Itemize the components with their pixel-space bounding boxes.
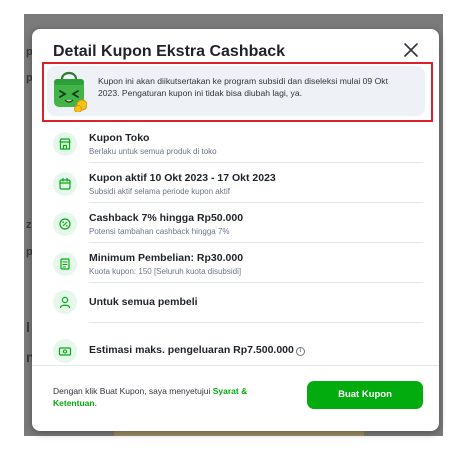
item-subtitle: Berlaku untuk semua produk di toko bbox=[89, 147, 217, 156]
item-subtitle: Potensi tambahan cashback hingga 7% bbox=[89, 227, 230, 236]
backdrop-text: z bbox=[26, 219, 32, 231]
calendar-icon bbox=[53, 172, 77, 196]
info-icon[interactable]: i bbox=[295, 347, 305, 356]
item-title: Estimasi maks. pengeluaran Rp7.500.000 bbox=[89, 344, 294, 356]
item-title: Minimum Pembelian: Rp30.000 bbox=[89, 252, 244, 264]
footer-divider bbox=[32, 365, 439, 366]
divider bbox=[89, 242, 423, 243]
backdrop-text: l bbox=[26, 319, 30, 335]
terms-prefix: Dengan klik Buat Kupon, saya menyetujui bbox=[53, 386, 213, 396]
item-title: Untuk semua pembeli bbox=[89, 296, 198, 308]
terms-text: Dengan klik Buat Kupon, saya menyetujui … bbox=[53, 385, 273, 409]
divider bbox=[89, 282, 423, 283]
create-coupon-button[interactable]: Buat Kupon bbox=[307, 381, 423, 409]
close-icon[interactable] bbox=[402, 41, 420, 59]
subsidy-notice: Kupon ini akan diikutsertakan ke program… bbox=[47, 66, 425, 116]
divider bbox=[89, 202, 423, 203]
notice-text-line: 2023. Pengaturan kupon ini tidak bisa di… bbox=[98, 88, 303, 98]
divider bbox=[89, 322, 423, 323]
item-subtitle: Subsidi aktif selama periode kupon aktif bbox=[89, 187, 230, 196]
notice-text-line: Kupon ini akan diikutsertakan ke program… bbox=[98, 76, 388, 86]
coupon-detail-modal: Detail Kupon Ekstra Cashback Kupon ini a… bbox=[32, 29, 439, 431]
money-icon bbox=[53, 339, 77, 363]
receipt-icon bbox=[53, 252, 77, 276]
modal-title: Detail Kupon Ekstra Cashback bbox=[53, 43, 286, 60]
divider bbox=[89, 162, 423, 163]
item-title: Kupon aktif 10 Okt 2023 - 17 Okt 2023 bbox=[89, 172, 276, 184]
item-title: Kupon Toko bbox=[89, 132, 150, 144]
user-icon bbox=[53, 290, 77, 314]
item-title: Cashback 7% hingga Rp50.000 bbox=[89, 212, 244, 224]
item-subtitle: Kuota kupon: 150 [Seluruh kuota disubsid… bbox=[89, 267, 242, 276]
shopping-bag-mascot-icon bbox=[54, 71, 87, 112]
notice-text: Kupon ini akan diikutsertakan ke program… bbox=[98, 75, 420, 99]
terms-suffix: . bbox=[94, 398, 97, 408]
estimate-row: Estimasi maks. pengeluaran Rp7.500.000 i bbox=[89, 344, 305, 356]
store-icon bbox=[53, 132, 77, 156]
percent-badge-icon bbox=[53, 212, 77, 236]
